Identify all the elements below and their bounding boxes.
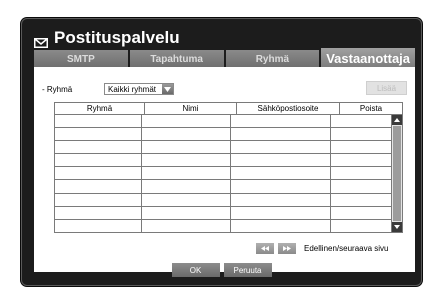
table-cell [231,128,331,141]
table-cell [142,180,232,193]
dialog-title: Postituspalvelu [54,28,180,47]
table-cell [55,115,143,128]
scroll-up-icon[interactable] [392,115,402,125]
table-cell [55,206,143,219]
table-row[interactable] [55,180,391,194]
tab-smtp[interactable]: SMTP [34,50,128,68]
table-row[interactable] [55,206,391,220]
table-cell [142,167,232,180]
table-cell [55,193,143,206]
table-cell [55,219,143,232]
table-cell [142,193,232,206]
table-cell [331,194,391,206]
table-row[interactable] [55,154,391,168]
group-select-value: Kaikki ryhmät [108,84,157,94]
cancel-button[interactable]: Peruuta [223,263,272,277]
table-cell [231,115,331,128]
table-cell [142,115,232,128]
tab-recipient[interactable]: Vastaanottaja [321,48,415,68]
table-cell [331,115,391,127]
table-cell [142,206,232,219]
pager-label: Edellinen/seuraava sivu [304,244,389,253]
table-cell [231,193,331,206]
tab-event[interactable]: Tapahtuma [129,50,224,68]
dialog-footer: OK Peruuta [22,263,421,277]
column-header-name: Nimi [145,103,237,114]
next-page-button[interactable] [278,243,296,254]
table-cell [142,219,232,232]
column-header-group: Ryhmä [55,103,145,114]
table-row[interactable] [55,167,391,181]
column-header-delete: Poista [359,104,383,113]
table-body [55,115,391,233]
table-cell [142,154,232,167]
table-cell [331,154,391,166]
table-cell [331,128,391,140]
ok-button[interactable]: OK [171,263,220,277]
table-row[interactable] [55,193,391,207]
mail-icon [34,33,48,48]
table-cell [142,128,232,141]
table-cell [231,219,331,232]
table-cell [55,141,143,154]
table-cell [55,167,143,180]
table-cell [331,220,391,232]
add-button[interactable]: Lisää [366,81,407,95]
table-scrollbar[interactable] [391,115,402,232]
table-row[interactable] [55,219,391,233]
column-header-email: Sähköpostiosoite [237,103,340,114]
recipient-dialog: Postituspalvelu SMTP Tapahtuma Ryhmä Vas… [21,18,422,286]
table-cell [331,167,391,179]
table-cell [331,207,391,219]
table-cell [331,141,391,153]
table-header: Ryhmä Nimi Sähköpostiosoite Poista [55,103,402,115]
group-filter-row: - Ryhmä Kaikki ryhmät [42,83,174,95]
table-cell [55,154,143,167]
table-cell [231,180,331,193]
table-cell [231,154,331,167]
chevron-down-icon[interactable] [162,84,173,94]
table-cell [331,180,391,192]
table-cell [231,167,331,180]
pager: Edellinen/seuraava sivu [256,243,389,254]
scroll-down-icon[interactable] [392,222,402,232]
prev-page-button[interactable] [256,243,274,254]
scrollbar-thumb[interactable] [393,126,401,221]
recipient-panel: - Ryhmä Kaikki ryhmät Lisää Ryhmä Nimi S… [34,67,415,272]
group-filter-label: - Ryhmä [42,84,73,94]
table-row[interactable] [55,115,391,129]
group-select[interactable]: Kaikki ryhmät [104,83,174,95]
tab-bar: SMTP Tapahtuma Ryhmä Vastaanottaja [34,48,415,68]
tab-group[interactable]: Ryhmä [225,50,320,68]
table-row[interactable] [55,128,391,142]
recipient-table: Ryhmä Nimi Sähköpostiosoite Poista [54,102,403,233]
table-cell [231,206,331,219]
table-cell [231,141,331,154]
table-row[interactable] [55,141,391,155]
dialog-title-bar: Postituspalvelu [34,27,180,49]
table-cell [142,141,232,154]
table-cell [55,180,143,193]
table-cell [55,128,143,141]
